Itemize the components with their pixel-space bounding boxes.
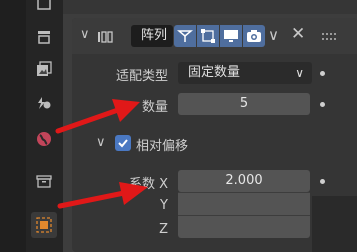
annotation-arrow-factor xyxy=(57,182,148,209)
annotation-arrow-count xyxy=(55,99,140,134)
annotation-arrows xyxy=(55,99,148,209)
